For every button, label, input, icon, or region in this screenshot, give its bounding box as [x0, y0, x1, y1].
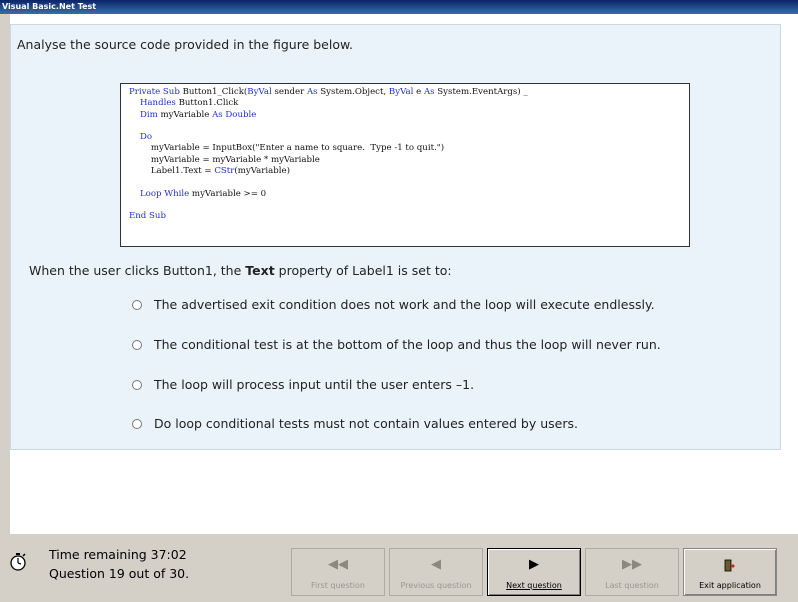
code-line: Dim myVariable As Double: [139, 109, 257, 120]
prompt-text-bold: Text: [245, 263, 275, 278]
code-line: End Sub: [129, 211, 166, 222]
right-arrow-icon: ▶: [529, 557, 539, 572]
last-question-label: Last question: [605, 581, 659, 590]
answer-option-4[interactable]: Do loop conditional tests must not conta…: [132, 416, 578, 431]
question-counter: Question 19 out of 30.: [49, 566, 190, 581]
previous-question-label: Previous question: [400, 581, 472, 590]
code-line: myVariable = myVariable * myVariable: [129, 154, 320, 165]
answer-option-label: The conditional test is at the bottom of…: [154, 337, 661, 352]
prompt-text-before: When the user clicks Button1, the: [29, 263, 246, 278]
answer-option-label: The loop will process input until the us…: [154, 377, 475, 392]
next-question-label-wrap: Next question: [488, 581, 580, 590]
code-figure: Private Sub Button1_Click(ByVal sender A…: [120, 83, 690, 247]
exit-door-icon: [684, 557, 776, 577]
double-right-arrow-icon: ▶▶: [622, 557, 642, 572]
answer-option-3[interactable]: The loop will process input until the us…: [132, 377, 474, 392]
time-remaining: Time remaining 37:02: [49, 547, 187, 562]
code-line: Handles Button1.Click: [139, 98, 239, 109]
answer-option-label: The advertised exit condition does not w…: [154, 297, 655, 312]
code-line: myVariable = InputBox("Enter a name to s…: [129, 143, 445, 154]
radio-button[interactable]: [132, 339, 142, 350]
question-prompt: When the user clicks Button1, the Text p…: [29, 263, 452, 278]
last-question-button[interactable]: ▶▶ Last question: [585, 548, 679, 596]
answer-option-label: Do loop conditional tests must not conta…: [154, 416, 578, 431]
question-intro: Analyse the source code provided in the …: [17, 37, 354, 52]
prompt-text-after: property of Label1 is set to:: [274, 263, 452, 278]
double-left-arrow-icon: ◀◀: [328, 557, 348, 572]
answer-option-2[interactable]: The conditional test is at the bottom of…: [132, 337, 661, 352]
next-question-button[interactable]: ▶ Next question: [487, 548, 581, 596]
code-line: Private Sub Button1_Click(ByVal sender A…: [129, 87, 528, 97]
next-question-label: Next question: [506, 581, 562, 590]
answer-option-1[interactable]: The advertised exit condition does not w…: [132, 297, 655, 312]
code-line: Loop While myVariable >= 0: [139, 188, 267, 199]
code-line: Label1.Text = CStr(myVariable): [129, 166, 290, 177]
radio-button[interactable]: [132, 299, 142, 310]
window-title: Visual Basic.Net Test: [0, 0, 798, 14]
previous-question-button[interactable]: ◀ Previous question: [389, 548, 483, 596]
code-line: Do: [139, 132, 153, 143]
radio-button[interactable]: [132, 418, 142, 429]
exit-application-button[interactable]: Exit application: [683, 548, 777, 596]
left-arrow-icon: ◀: [431, 557, 441, 572]
stopwatch-icon: [10, 553, 26, 571]
exit-application-label: Exit application: [699, 581, 761, 590]
first-question-button[interactable]: ◀◀ First question: [291, 548, 385, 596]
radio-button[interactable]: [132, 379, 142, 390]
first-question-label: First question: [311, 581, 365, 590]
